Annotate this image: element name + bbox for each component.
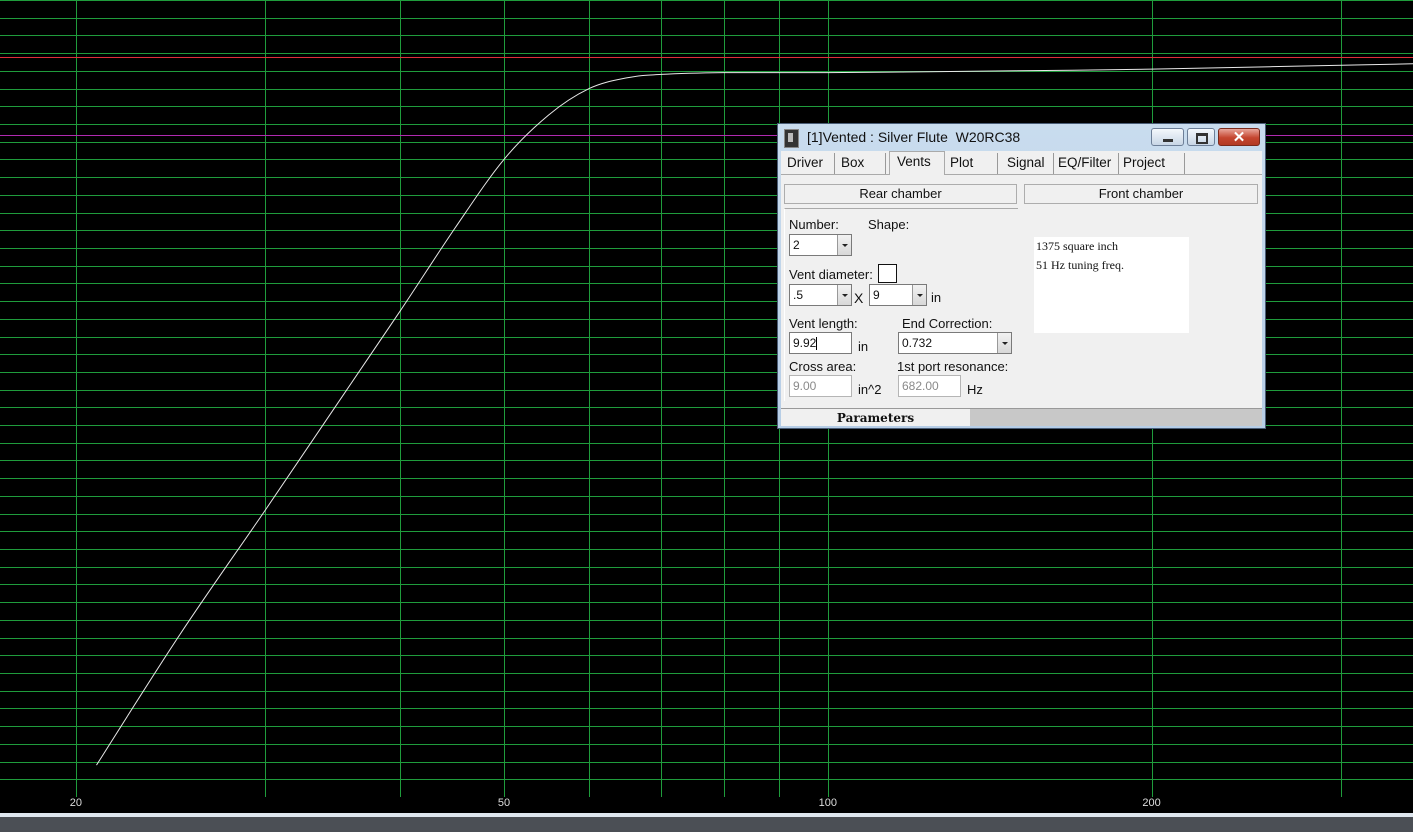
number-value: 2 (793, 238, 800, 252)
maximize-button[interactable] (1187, 128, 1215, 146)
port-resonance-unit: Hz (967, 382, 983, 397)
vent-diameter-b-combo[interactable]: 9 (869, 284, 927, 306)
vent-diameter-b-value: 9 (873, 288, 880, 302)
app-icon (784, 129, 799, 148)
cross-area-field: 9.00 (789, 375, 852, 397)
front-chamber-button[interactable]: Front chamber (1024, 184, 1258, 204)
tab-signal[interactable]: Signal (1002, 153, 1054, 174)
x-tick-label-20: 20 (69, 797, 83, 809)
tab-box[interactable]: Box (835, 153, 886, 174)
times-label: X (854, 290, 864, 306)
window-client: Driver Box Vents Plot Signal EQ/Filter P… (781, 151, 1262, 426)
shape-square-button[interactable] (878, 264, 897, 283)
tab-project[interactable]: Project (1118, 153, 1185, 174)
shape-label: Shape: (868, 217, 910, 232)
x-tick-label-100: 100 (818, 797, 837, 809)
close-button[interactable]: ✕ (1218, 128, 1260, 146)
parameters-tab[interactable]: Parameters (781, 409, 970, 426)
number-label: Number: (789, 217, 839, 232)
tab-vents[interactable]: Vents (889, 151, 945, 175)
cross-area-unit: in^2 (858, 382, 882, 397)
tab-strip: Driver Box Vents Plot Signal EQ/Filter P… (781, 151, 1262, 175)
cross-area-label: Cross area: (789, 359, 857, 374)
x-tick-label-200: 200 (1142, 797, 1161, 809)
length-unit: in (858, 339, 869, 354)
end-correction-value: 0.732 (902, 336, 933, 350)
tab-plot[interactable]: Plot (944, 153, 998, 174)
chevron-down-icon[interactable] (997, 333, 1011, 353)
port-resonance-field: 682.00 (898, 375, 961, 397)
close-icon: ✕ (1232, 129, 1246, 146)
port-resonance-label: 1st port resonance: (897, 359, 1009, 374)
info-area-text: 1375 square inch (1036, 239, 1118, 253)
x-tick-label-50: 50 (497, 797, 511, 809)
tab-divider (781, 174, 1262, 175)
title-bar[interactable]: [1]Vented : Silver Flute W20RC38 ✕ (778, 124, 1265, 151)
vent-diameter-label: Vent diameter: (789, 267, 873, 282)
end-correction-combo[interactable]: 0.732 (898, 332, 1012, 354)
text-caret (816, 337, 818, 351)
tab-eq-filter[interactable]: EQ/Filter (1053, 153, 1119, 174)
front-chamber-info: 1375 square inch 51 Hz tuning freq. (1034, 237, 1189, 333)
chevron-down-icon[interactable] (912, 285, 926, 305)
vent-diameter-a-value: .5 (793, 288, 804, 302)
window-title: [1]Vented : Silver Flute W20RC38 (807, 129, 1021, 145)
taskbar-strip (0, 817, 1413, 832)
chevron-down-icon[interactable] (837, 235, 851, 255)
footer-tabs: Parameters (781, 408, 1262, 426)
info-tuning-text: 51 Hz tuning freq. (1036, 258, 1124, 272)
number-combo[interactable]: 2 (789, 234, 852, 256)
vent-length-input[interactable]: 9.92 (789, 332, 852, 354)
rear-chamber-button[interactable]: Rear chamber (784, 184, 1017, 204)
vents-window[interactable]: [1]Vented : Silver Flute W20RC38 ✕ Drive… (777, 123, 1266, 429)
diameter-unit: in (931, 290, 942, 305)
end-correction-label: End Correction: (902, 316, 993, 331)
chevron-down-icon[interactable] (837, 285, 851, 305)
vent-length-value: 9.92 (793, 336, 817, 350)
tab-driver[interactable]: Driver (781, 153, 835, 174)
vent-length-label: Vent length: (789, 316, 858, 331)
minimize-button[interactable] (1151, 128, 1184, 146)
vent-diameter-a-combo[interactable]: .5 (789, 284, 852, 306)
